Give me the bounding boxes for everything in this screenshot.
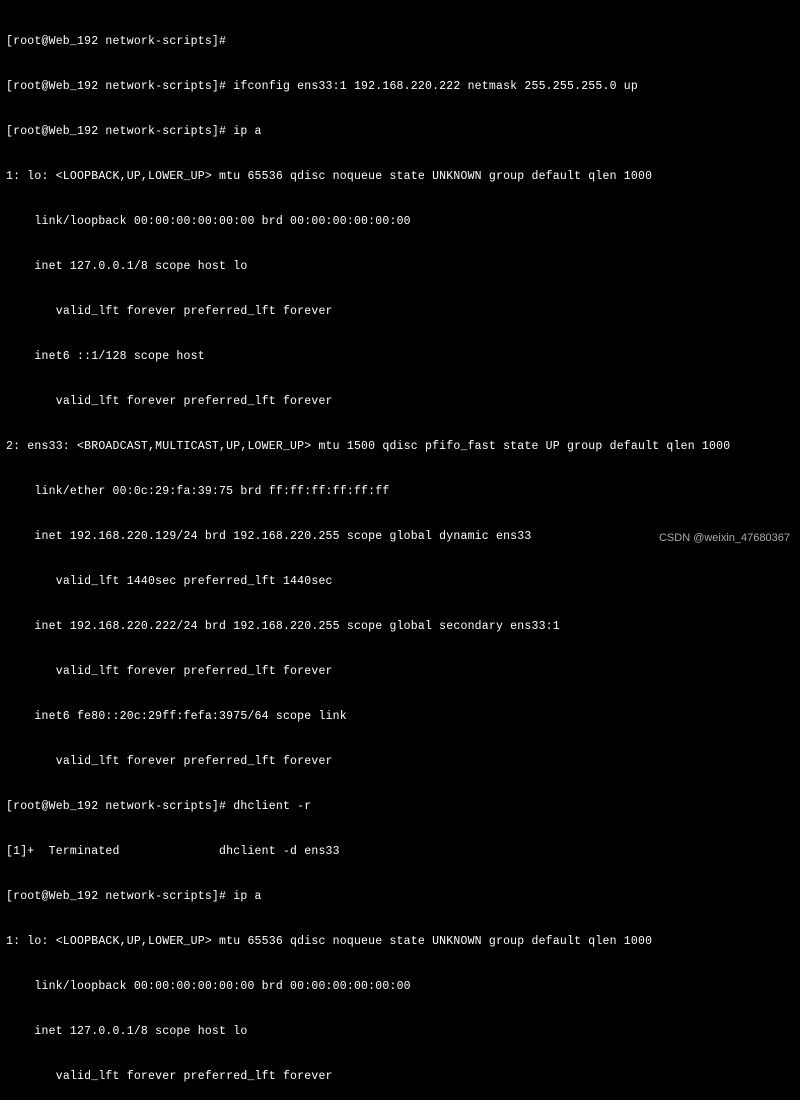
terminal-line: 1: lo: <LOOPBACK,UP,LOWER_UP> mtu 65536 … <box>6 934 794 949</box>
terminal-line: valid_lft forever preferred_lft forever <box>6 1069 794 1084</box>
terminal-line: [1]+ Terminated dhclient -d ens33 <box>6 844 794 859</box>
terminal-line: link/loopback 00:00:00:00:00:00 brd 00:0… <box>6 979 794 994</box>
terminal-line: link/ether 00:0c:29:fa:39:75 brd ff:ff:f… <box>6 484 794 499</box>
terminal-line: inet6 ::1/128 scope host <box>6 349 794 364</box>
terminal-line: valid_lft forever preferred_lft forever <box>6 664 794 679</box>
terminal-line: valid_lft forever preferred_lft forever <box>6 754 794 769</box>
terminal-line: 1: lo: <LOOPBACK,UP,LOWER_UP> mtu 65536 … <box>6 169 794 184</box>
terminal-line: valid_lft forever preferred_lft forever <box>6 304 794 319</box>
terminal-line: inet 127.0.0.1/8 scope host lo <box>6 1024 794 1039</box>
watermark-text: CSDN @weixin_47680367 <box>659 531 790 546</box>
terminal-line: [root@Web_192 network-scripts]# dhclient… <box>6 799 794 814</box>
terminal-line: inet 127.0.0.1/8 scope host lo <box>6 259 794 274</box>
terminal-output[interactable]: [root@Web_192 network-scripts]# [root@We… <box>6 4 794 1100</box>
terminal-line: [root@Web_192 network-scripts]# ip a <box>6 889 794 904</box>
terminal-line: [root@Web_192 network-scripts]# <box>6 34 794 49</box>
terminal-line: link/loopback 00:00:00:00:00:00 brd 00:0… <box>6 214 794 229</box>
terminal-line: 2: ens33: <BROADCAST,MULTICAST,UP,LOWER_… <box>6 439 794 454</box>
terminal-line: valid_lft 1440sec preferred_lft 1440sec <box>6 574 794 589</box>
terminal-line: inet6 fe80::20c:29ff:fefa:3975/64 scope … <box>6 709 794 724</box>
terminal-line: valid_lft forever preferred_lft forever <box>6 394 794 409</box>
terminal-line: [root@Web_192 network-scripts]# ifconfig… <box>6 79 794 94</box>
terminal-line: inet 192.168.220.222/24 brd 192.168.220.… <box>6 619 794 634</box>
terminal-line: [root@Web_192 network-scripts]# ip a <box>6 124 794 139</box>
